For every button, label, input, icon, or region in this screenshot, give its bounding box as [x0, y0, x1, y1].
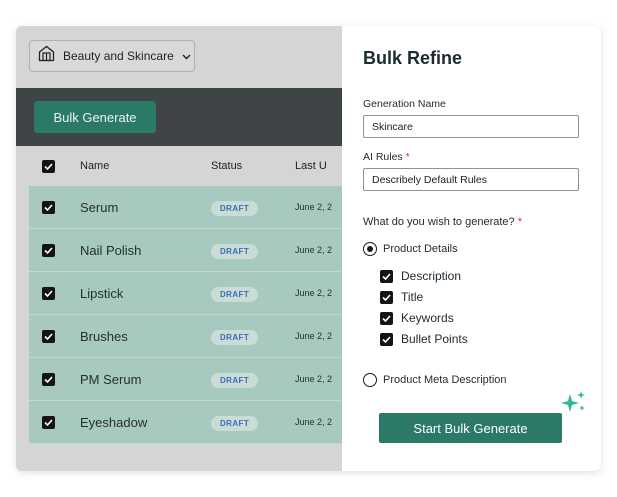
product-name[interactable]: Lipstick: [67, 286, 211, 301]
status-badge: DRAFT: [211, 372, 259, 388]
row-checkbox[interactable]: [42, 415, 55, 429]
generation-name-input[interactable]: [363, 115, 579, 138]
option-label: Bullet Points: [401, 332, 468, 346]
panel-title: Bulk Refine: [363, 48, 463, 68]
status-badge: DRAFT: [211, 329, 259, 345]
table-row[interactable]: Nail Polish DRAFT June 2, 2: [29, 229, 342, 272]
option-checkbox[interactable]: [380, 269, 393, 283]
generation-name-label: Generation Name: [363, 98, 446, 110]
generate-question: What do you wish to generate? *: [363, 216, 522, 228]
radio-product-meta-label: Product Meta Description: [383, 374, 507, 386]
product-list-view: Beauty and Skincare Bulk Generate Name S…: [16, 26, 342, 471]
ai-rules-input[interactable]: [363, 168, 579, 191]
option-checkbox[interactable]: [380, 332, 393, 346]
column-last-updated-header[interactable]: Last U: [295, 160, 342, 172]
row-checkbox[interactable]: [42, 286, 55, 300]
row-checkbox[interactable]: [42, 372, 55, 386]
required-marker: *: [405, 151, 410, 163]
start-bulk-generate-button[interactable]: Start Bulk Generate: [379, 413, 562, 443]
option-checkbox[interactable]: [380, 311, 393, 325]
select-all-checkbox[interactable]: [42, 159, 55, 173]
store-icon: [38, 45, 55, 67]
option-title[interactable]: Title: [380, 290, 423, 304]
app-window: Beauty and Skincare Bulk Generate Name S…: [16, 26, 601, 471]
table-row[interactable]: PM Serum DRAFT June 2, 2: [29, 358, 342, 401]
table-row[interactable]: Brushes DRAFT June 2, 2: [29, 315, 342, 358]
product-name[interactable]: PM Serum: [67, 372, 211, 387]
last-updated-date: June 2, 2: [295, 374, 333, 384]
toolbar: Bulk Generate: [16, 88, 342, 146]
required-marker: *: [517, 216, 522, 228]
status-badge: DRAFT: [211, 243, 259, 259]
row-checkbox[interactable]: [42, 329, 55, 343]
option-description[interactable]: Description: [380, 269, 461, 283]
last-updated-date: June 2, 2: [295, 331, 333, 341]
radio-product-details-label: Product Details: [383, 243, 458, 255]
option-checkbox[interactable]: [380, 290, 393, 304]
radio-selected-icon: [363, 242, 377, 256]
table-row[interactable]: Lipstick DRAFT June 2, 2: [29, 272, 342, 315]
bulk-generate-button[interactable]: Bulk Generate: [34, 101, 156, 133]
status-badge: DRAFT: [211, 200, 259, 216]
product-name[interactable]: Serum: [67, 200, 211, 215]
radio-product-meta-description[interactable]: Product Meta Description: [363, 373, 507, 387]
last-updated-date: June 2, 2: [295, 245, 333, 255]
row-checkbox[interactable]: [42, 243, 55, 257]
column-status-header[interactable]: Status: [211, 160, 295, 172]
store-selector[interactable]: Beauty and Skincare: [29, 40, 195, 72]
product-table: Name Status Last U Serum DRAFT June 2, 2 Na…: [29, 146, 342, 444]
radio-unselected-icon: [363, 373, 377, 387]
option-keywords[interactable]: Keywords: [380, 311, 454, 325]
table-row[interactable]: Serum DRAFT June 2, 2: [29, 186, 342, 229]
product-name[interactable]: Eyeshadow: [67, 415, 211, 430]
radio-product-details[interactable]: Product Details: [363, 242, 458, 256]
chevron-down-icon: [182, 47, 191, 65]
bulk-refine-panel: Bulk Refine Generation Name AI Rules * W…: [342, 26, 601, 471]
product-name[interactable]: Brushes: [67, 329, 211, 344]
product-name[interactable]: Nail Polish: [67, 243, 211, 258]
option-bullet-points[interactable]: Bullet Points: [380, 332, 468, 346]
status-badge: DRAFT: [211, 415, 259, 431]
sparkle-icon: [561, 390, 587, 421]
last-updated-date: June 2, 2: [295, 417, 333, 427]
store-selector-label: Beauty and Skincare: [63, 49, 174, 63]
option-label: Title: [401, 290, 424, 304]
row-checkbox[interactable]: [42, 200, 55, 214]
column-name-header[interactable]: Name: [67, 160, 211, 172]
option-label: Keywords: [401, 311, 454, 325]
table-header: Name Status Last U: [29, 146, 342, 186]
table-row[interactable]: Eyeshadow DRAFT June 2, 2: [29, 401, 342, 444]
last-updated-date: June 2, 2: [295, 288, 333, 298]
last-updated-date: June 2, 2: [295, 202, 333, 212]
ai-rules-label: AI Rules *: [363, 151, 410, 163]
option-label: Description: [401, 269, 462, 283]
status-badge: DRAFT: [211, 286, 259, 302]
